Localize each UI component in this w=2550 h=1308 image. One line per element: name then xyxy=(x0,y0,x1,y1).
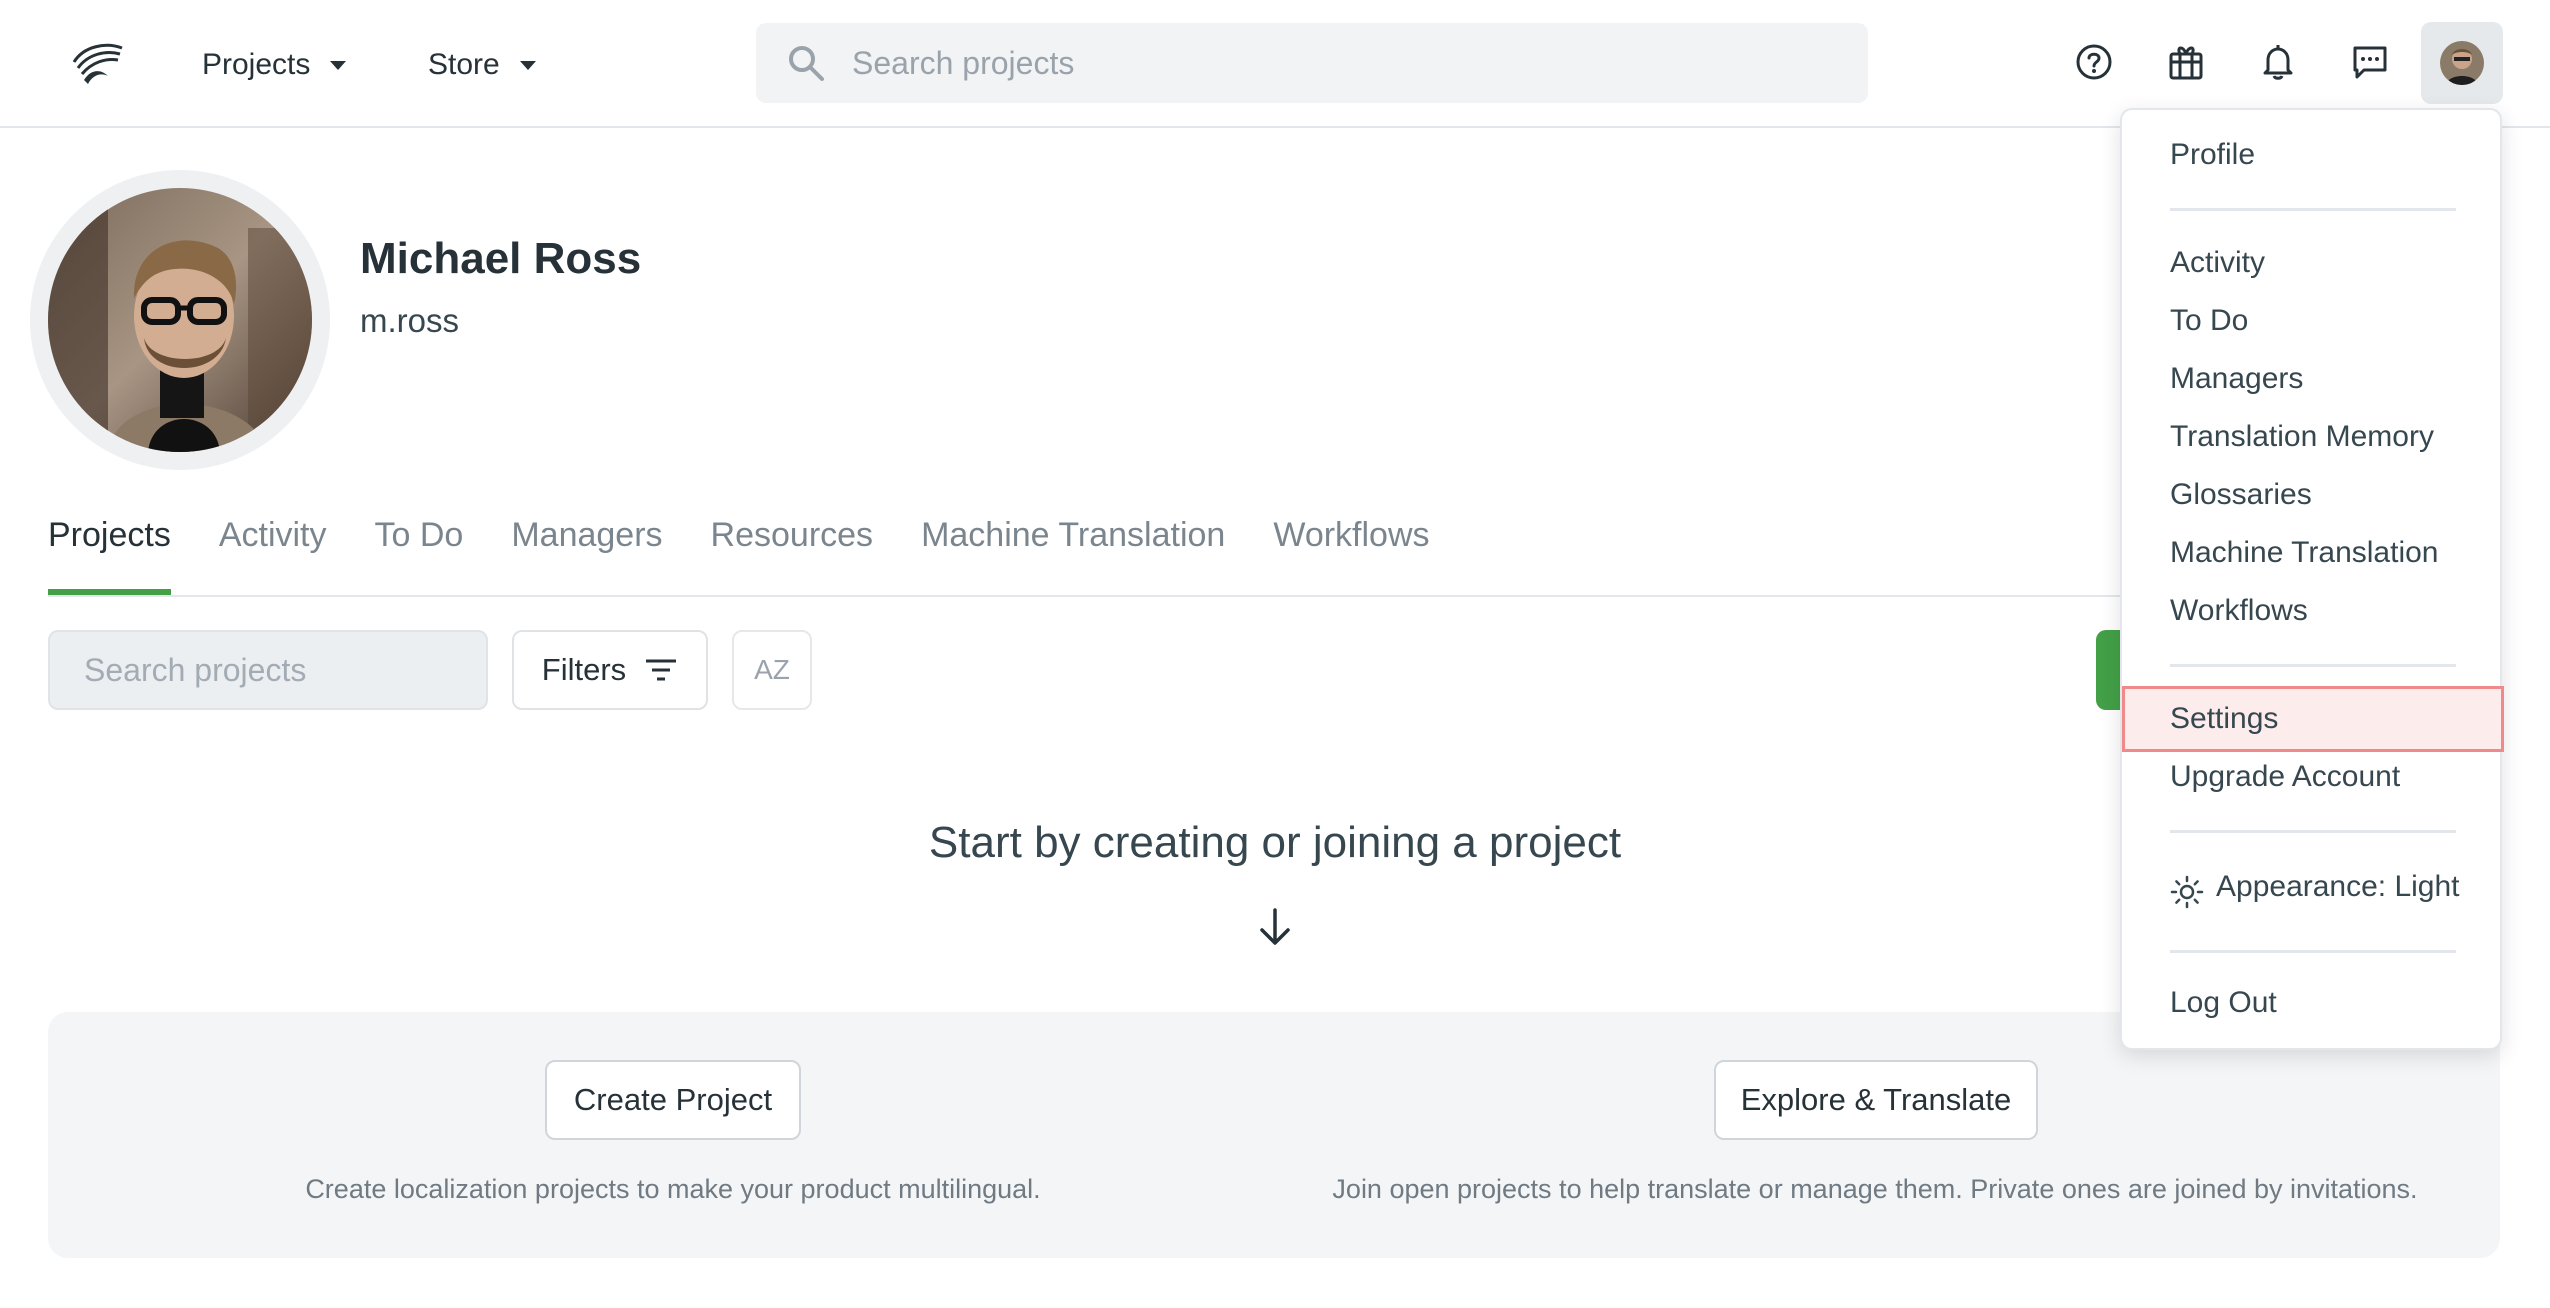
sort-az-icon: AZ xyxy=(754,654,790,685)
menu-item-translation-memory[interactable]: Translation Memory xyxy=(2170,420,2434,454)
projects-search-input[interactable] xyxy=(50,632,486,708)
menu-item-log-out[interactable]: Log Out xyxy=(2170,986,2277,1020)
projects-search xyxy=(48,630,488,710)
create-project-label: Create Project xyxy=(573,1082,773,1117)
global-search xyxy=(756,23,1868,103)
menu-divider xyxy=(2170,950,2456,953)
create-project-description: Create localization projects to make you… xyxy=(305,1174,1041,1204)
tab-managers[interactable]: Managers xyxy=(511,500,662,596)
global-search-input[interactable] xyxy=(852,23,1852,103)
explore-translate-label: Explore & Translate xyxy=(1740,1082,2012,1117)
arrow-down-icon xyxy=(1260,908,1290,945)
create-project-button[interactable]: Create Project xyxy=(545,1060,801,1140)
profile-name: Michael Ross xyxy=(360,234,642,283)
user-menu-dropdown: Profile Activity To Do Managers Translat… xyxy=(2120,108,2504,1050)
user-menu-button[interactable] xyxy=(2421,22,2503,104)
filter-icon xyxy=(646,659,677,681)
bell-icon xyxy=(2263,45,2293,80)
menu-item-appearance[interactable]: Appearance: Light xyxy=(2216,870,2460,904)
menu-divider xyxy=(2170,664,2456,667)
menu-item-profile[interactable]: Profile xyxy=(2170,138,2255,172)
store-menu-label: Store xyxy=(428,48,500,81)
sort-button[interactable]: AZ xyxy=(732,630,812,710)
caret-down-icon xyxy=(330,60,347,70)
sun-icon xyxy=(2170,875,2204,909)
app-logo-icon[interactable] xyxy=(70,40,126,90)
projects-menu[interactable]: Projects xyxy=(202,40,347,90)
help-button[interactable] xyxy=(2068,36,2120,88)
explore-translate-button[interactable]: Explore & Translate xyxy=(1714,1060,2038,1140)
profile-avatar-frame xyxy=(30,170,330,470)
menu-item-activity[interactable]: Activity xyxy=(2170,246,2265,280)
profile-avatar xyxy=(48,188,312,452)
projects-menu-label: Projects xyxy=(202,48,311,81)
menu-item-glossaries[interactable]: Glossaries xyxy=(2170,478,2312,512)
search-icon xyxy=(789,46,824,81)
help-icon xyxy=(2076,44,2112,80)
caret-down-icon xyxy=(519,60,536,70)
messages-icon xyxy=(2353,46,2387,79)
profile-tabs: Projects Activity To Do Managers Resourc… xyxy=(48,500,1478,596)
menu-divider xyxy=(2170,208,2456,211)
gift-icon xyxy=(2169,46,2203,80)
menu-item-settings[interactable]: Settings xyxy=(2170,702,2278,736)
tab-to-do[interactable]: To Do xyxy=(375,500,464,596)
tab-projects[interactable]: Projects xyxy=(48,500,171,596)
tab-machine-translation[interactable]: Machine Translation xyxy=(921,500,1225,596)
filters-button[interactable]: Filters xyxy=(512,630,708,710)
menu-item-to-do[interactable]: To Do xyxy=(2170,304,2248,338)
menu-item-upgrade-account[interactable]: Upgrade Account xyxy=(2170,760,2400,794)
store-button[interactable] xyxy=(2160,36,2212,88)
tab-resources[interactable]: Resources xyxy=(711,500,874,596)
profile-username: m.ross xyxy=(360,302,459,339)
tab-activity[interactable]: Activity xyxy=(219,500,327,596)
menu-divider xyxy=(2170,830,2456,833)
menu-item-machine-translation[interactable]: Machine Translation xyxy=(2170,536,2438,570)
explore-translate-description: Join open projects to help translate or … xyxy=(1332,1174,2418,1204)
store-menu[interactable]: Store xyxy=(428,40,536,90)
tab-workflows[interactable]: Workflows xyxy=(1273,500,1429,596)
avatar xyxy=(2440,41,2484,85)
messages-button[interactable] xyxy=(2344,36,2396,88)
filters-label: Filters xyxy=(541,652,627,687)
notifications-button[interactable] xyxy=(2252,36,2304,88)
menu-item-managers[interactable]: Managers xyxy=(2170,362,2303,396)
menu-item-workflows[interactable]: Workflows xyxy=(2170,594,2308,628)
